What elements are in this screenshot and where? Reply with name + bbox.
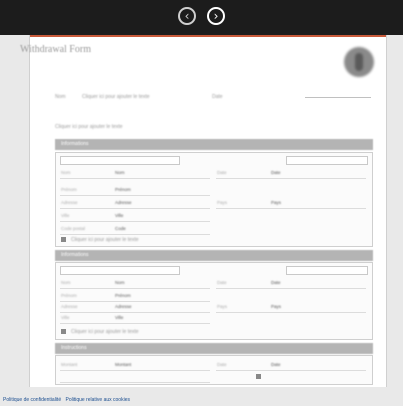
- previous-page-button[interactable]: ‹: [178, 7, 196, 25]
- block1-input[interactable]: [286, 156, 368, 165]
- block2-checkbox-label: Cliquer ici pour ajouter le texte: [71, 329, 139, 335]
- block3-row[interactable]: Montant Montant: [60, 361, 210, 371]
- block2-checkbox[interactable]: [61, 329, 66, 334]
- block2-select[interactable]: [60, 266, 180, 275]
- block2-row[interactable]: Pays Pays: [216, 303, 366, 313]
- form-block-1: Nom Nom Date Date Prénom Prénom Adresse Adre…: [55, 152, 373, 247]
- block2-row[interactable]: Adresse Adresse: [60, 303, 210, 313]
- block1-row[interactable]: Nom Nom: [60, 169, 210, 179]
- block1-row[interactable]: Ville Ville: [60, 212, 210, 222]
- logo-icon: [344, 47, 374, 77]
- block2-input[interactable]: [286, 266, 368, 275]
- block1-checkbox-label: Cliquer ici pour ajouter le texte: [71, 237, 139, 243]
- cookies-policy-link[interactable]: Politique relative aux cookies: [66, 397, 130, 403]
- chevron-left-icon: ‹: [184, 9, 190, 23]
- block1-row[interactable]: Code postal Code: [60, 225, 210, 235]
- viewer-toolbar: ‹ ›: [0, 0, 403, 35]
- block1-row[interactable]: Date Date: [216, 169, 366, 179]
- footer-links: Politique de confidentialité Politique r…: [0, 394, 403, 406]
- block1-row[interactable]: Adresse Adresse: [60, 199, 210, 209]
- section-header-1: Informations: [55, 139, 373, 150]
- block1-row[interactable]: Prénom Prénom: [60, 186, 210, 196]
- chevron-right-icon: ›: [213, 9, 219, 23]
- block2-row[interactable]: Prénom Prénom: [60, 292, 210, 302]
- form-block-2: Nom Nom Date Date Prénom Prénom Adresse Adre…: [55, 262, 373, 340]
- block3-checkbox[interactable]: [256, 374, 261, 379]
- block3-row[interactable]: [60, 373, 210, 383]
- block3-row[interactable]: Date Date: [216, 361, 366, 371]
- block1-select[interactable]: [60, 156, 180, 165]
- section-header-3: Instructions: [55, 343, 373, 354]
- page-accent-line: [30, 35, 386, 37]
- next-page-button[interactable]: ›: [207, 7, 225, 25]
- date-line: [305, 97, 371, 98]
- section-header-2: Informations: [55, 250, 373, 261]
- intro-mid-text: Cliquer ici pour ajouter le texte: [82, 94, 150, 100]
- block1-checkbox[interactable]: [61, 237, 66, 242]
- privacy-policy-link[interactable]: Politique de confidentialité: [3, 397, 61, 403]
- notice-text: Cliquer ici pour ajouter le texte: [55, 124, 123, 130]
- intro-date-text: Date: [212, 94, 223, 100]
- block2-row[interactable]: Nom Nom: [60, 279, 210, 289]
- block2-row[interactable]: Date Date: [216, 279, 366, 289]
- intro-left-text: Nom: [55, 94, 66, 100]
- block1-row[interactable]: Pays Pays: [216, 199, 366, 209]
- block2-row[interactable]: Ville Ville: [60, 314, 210, 324]
- form-title: Withdrawal Form: [20, 44, 91, 55]
- form-block-3: Montant Montant Date Date: [55, 355, 373, 385]
